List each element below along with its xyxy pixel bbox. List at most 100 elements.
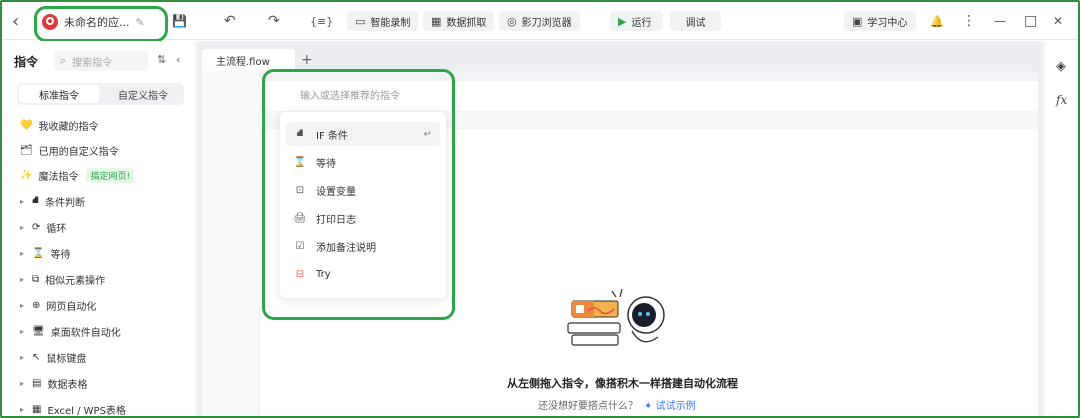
debug-button[interactable]: 调试 [670, 11, 721, 31]
search-icon: ⌕ [60, 54, 67, 67]
layers-icon[interactable]: ◈ [1056, 59, 1066, 74]
cursor-icon: ↖ [32, 351, 41, 363]
learning-center-label: 学习中心 [867, 17, 908, 29]
caret-right-icon: ▸ [20, 274, 25, 284]
undo-button[interactable]: ↶ [224, 2, 236, 40]
redo-icon: ↷ [268, 13, 280, 29]
group-label: 数据表格 [47, 379, 88, 391]
smart-record-button[interactable]: ▭ 智能录制 [347, 11, 419, 31]
add-tab-button[interactable]: + [301, 49, 313, 71]
instruction-tabs: 标准指令 自定义指令 [17, 83, 184, 105]
variable-icon: ⊡ [295, 184, 305, 196]
suggestion-label: Try [316, 268, 331, 280]
group-label: 相似元素操作 [45, 275, 106, 287]
close-button[interactable]: ✕ [1053, 2, 1063, 40]
suggestion-if-condition[interactable]: ⛘ IF 条件 ↵ [286, 122, 440, 146]
magic-label: 魔法指令 [38, 171, 79, 183]
favorites-item[interactable]: 💛 我收藏的指令 [20, 115, 98, 135]
notification-button[interactable]: 🔔 [930, 2, 944, 40]
book-icon: ▣ [852, 14, 863, 28]
more-button[interactable]: ⋮ [962, 2, 976, 40]
debug-label: 调试 [685, 17, 706, 29]
data-table-icon: ▤ [32, 377, 42, 389]
group-label: 桌面软件自动化 [50, 327, 121, 339]
group-similar-elements[interactable]: ▸ ⧉ 相似元素操作 [20, 269, 105, 289]
suggestion-label: IF 条件 [316, 130, 348, 142]
video-icon: ▭ [355, 14, 366, 28]
caret-right-icon: ▸ [20, 196, 25, 206]
group-loop[interactable]: ▸ ⟳ 循环 [20, 217, 66, 237]
spreadsheet-icon: ▦ [32, 403, 42, 415]
redo-button[interactable]: ↷ [268, 2, 280, 40]
smart-record-label: 智能录制 [370, 17, 411, 29]
maximize-icon: □ [1024, 13, 1038, 29]
data-scrape-button[interactable]: ▦ 数据抓取 [423, 11, 495, 31]
app-window: ‹ 未命名的应... ✎ 💾 ↶ ↷ {≡} ▭ 智能录制 ▦ 数据抓取 ◎ 影… [0, 0, 1080, 418]
group-excel[interactable]: ▸ ▦ Excel / WPS表格 [20, 399, 126, 417]
try-icon: ⊟ [295, 268, 305, 280]
top-bar: ‹ 未命名的应... ✎ 💾 ↶ ↷ {≡} ▭ 智能录制 ▦ 数据抓取 ◎ 影… [2, 2, 1078, 42]
caret-right-icon: ▸ [20, 378, 25, 388]
more-icon: ⋮ [962, 13, 976, 29]
note-icon: ☑ [295, 240, 305, 252]
learning-center-button[interactable]: ▣ 学习中心 [844, 11, 916, 31]
empty-state-subtitle: 还没想好要搭点什么？ ✦ 试试示例 [538, 397, 696, 412]
save-button[interactable]: 💾 [172, 2, 187, 40]
tab-custom[interactable]: 自定义指令 [103, 85, 183, 103]
suggestion-wait[interactable]: ⌛ 等待 [286, 150, 440, 174]
browser-button[interactable]: ◎ 影刀浏览器 [499, 11, 580, 31]
suggestion-print-log[interactable]: 🖨 打印日志 [286, 206, 440, 230]
robot-illustration [567, 288, 665, 346]
group-label: 网页自动化 [46, 301, 97, 313]
caret-right-icon: ▸ [20, 352, 25, 362]
heart-icon: 💛 [20, 119, 33, 131]
printer-icon: 🖨 [293, 212, 307, 224]
collapse-panel-icon[interactable]: ‹ [176, 53, 180, 66]
hourglass-icon: ⌛ [32, 247, 45, 259]
group-data-table[interactable]: ▸ ▤ 数据表格 [20, 373, 87, 393]
favorites-label: 我收藏的指令 [38, 121, 99, 133]
try-example-link[interactable]: ✦ 试试示例 [644, 397, 696, 412]
right-rail: ◈ fx [1044, 41, 1078, 416]
back-button[interactable]: ‹ [12, 2, 19, 40]
magic-item[interactable]: ✨ 魔法指令 搞定网页! [20, 165, 135, 185]
used-custom-item[interactable]: 🗂 已用的自定义指令 [20, 140, 119, 160]
used-custom-label: 已用的自定义指令 [38, 146, 119, 158]
group-condition[interactable]: ▸ ⛘ 条件判断 [20, 191, 85, 211]
run-button[interactable]: ▶ 运行 [610, 11, 663, 31]
sparkle-icon: ✨ [20, 169, 33, 181]
instruction-search-input[interactable]: ⌕ 搜索指令 [54, 51, 148, 71]
minimize-button[interactable]: — [994, 2, 1006, 40]
suggestion-try[interactable]: ⊟ Try [286, 262, 440, 286]
group-desktop-automation[interactable]: ▸ 🖥 桌面软件自动化 [20, 321, 121, 341]
caret-right-icon: ▸ [20, 300, 25, 310]
group-web-automation[interactable]: ▸ ⊕ 网页自动化 [20, 295, 96, 315]
empty-state-question: 还没想好要搭点什么？ [538, 401, 638, 412]
group-label: 鼠标键盘 [46, 353, 87, 365]
title-highlight [34, 6, 168, 42]
group-label: 等待 [50, 249, 71, 261]
caret-right-icon: ▸ [20, 326, 25, 336]
line-gutter [202, 71, 260, 416]
group-label: Excel / WPS表格 [47, 405, 126, 417]
data-scrape-label: 数据抓取 [446, 17, 487, 29]
maximize-button[interactable]: □ [1024, 2, 1037, 40]
sort-icon[interactable]: ⇅ [157, 53, 166, 66]
file-tab-main-flow[interactable]: 主流程.flow [202, 49, 295, 71]
hourglass-icon: ⌛ [293, 156, 307, 168]
tab-standard[interactable]: 标准指令 [19, 85, 99, 103]
variables-button[interactable]: {≡} [310, 2, 333, 40]
suggestion-set-variable[interactable]: ⊡ 设置变量 [286, 178, 440, 202]
run-label: 运行 [631, 17, 652, 29]
browser-label: 影刀浏览器 [521, 17, 572, 29]
minimize-icon: — [994, 14, 1006, 28]
group-wait[interactable]: ▸ ⌛ 等待 [20, 243, 70, 263]
caret-right-icon: ▸ [20, 222, 25, 232]
suggestion-label: 打印日志 [316, 214, 356, 226]
group-label: 循环 [46, 223, 67, 235]
formula-icon[interactable]: fx [1056, 93, 1067, 107]
caret-right-icon: ▸ [20, 248, 25, 258]
group-label: 条件判断 [45, 197, 86, 209]
group-mouse-keyboard[interactable]: ▸ ↖ 鼠标键盘 [20, 347, 86, 367]
suggestion-add-note[interactable]: ☑ 添加备注说明 [286, 234, 440, 258]
